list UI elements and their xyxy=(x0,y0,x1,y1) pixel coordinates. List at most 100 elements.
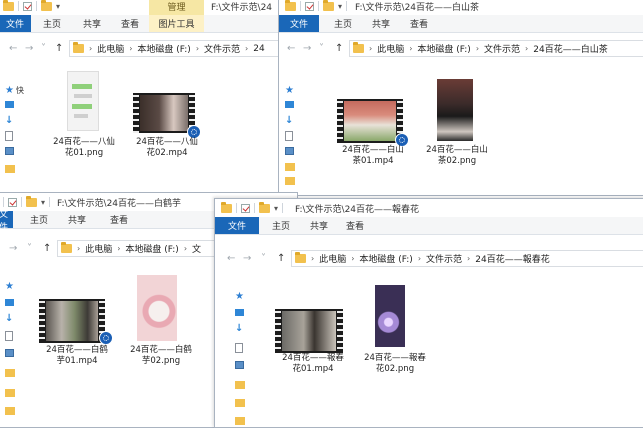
new-folder-icon[interactable] xyxy=(41,0,52,11)
breadcrumb-drive[interactable]: 本地磁盘 (F:) xyxy=(137,42,190,55)
properties-icon[interactable] xyxy=(241,203,250,213)
tab-picture-tools[interactable]: 图片工具 xyxy=(149,15,204,32)
dropdown-icon[interactable]: ▾ xyxy=(274,204,278,213)
file-item[interactable]: 24百花——白山 茶02.png xyxy=(417,79,497,179)
up-icon[interactable]: ↑ xyxy=(277,253,285,264)
nav-desktop[interactable] xyxy=(235,309,244,316)
tab-view[interactable]: 查看 xyxy=(103,211,135,228)
title-bar[interactable]: ▾ F:\文件示范\24百花——白山茶 xyxy=(279,0,643,15)
file-item[interactable]: 24百花——白山 茶01.mp4 xyxy=(331,97,415,177)
breadcrumb-this-pc[interactable]: 此电脑 xyxy=(97,42,124,55)
breadcrumb-drive[interactable]: 本地磁盘 (F:) xyxy=(125,242,178,255)
nav-pictures[interactable] xyxy=(285,147,294,155)
tab-file[interactable]: 文件 xyxy=(279,15,319,32)
explorer-window-bahua[interactable]: ▾ 管理 F:\文件示范\24 文件 主页 共享 查看 图片工具 ← → ˅ ↑… xyxy=(0,0,298,196)
file-item[interactable]: 24百花——報春 花01.mp4 xyxy=(271,307,355,387)
breadcrumb-this-pc[interactable]: 此电脑 xyxy=(85,242,112,255)
tab-home[interactable]: 主页 xyxy=(37,15,67,32)
nav-documents[interactable] xyxy=(5,131,13,141)
forward-icon[interactable]: → xyxy=(303,43,311,54)
up-icon[interactable]: ↑ xyxy=(55,43,63,54)
forward-icon[interactable]: → xyxy=(243,253,251,264)
nav-quick-access[interactable]: ★ xyxy=(5,281,14,292)
tab-share[interactable]: 共享 xyxy=(77,15,107,32)
breadcrumb-subfolder[interactable]: 24百花——報春花 xyxy=(475,252,549,265)
nav-quick-access[interactable]: ★ xyxy=(285,85,294,96)
recent-dropdown-icon[interactable]: ˅ xyxy=(27,243,32,254)
tab-share[interactable]: 共享 xyxy=(61,211,93,228)
nav-downloads[interactable]: ↓ xyxy=(5,115,13,126)
tab-view[interactable]: 查看 xyxy=(403,15,435,32)
forward-icon[interactable]: → xyxy=(9,243,17,254)
nav-quick-access[interactable]: ★ 快 xyxy=(5,85,24,96)
title-bar[interactable]: ▾ 管理 F:\文件示范\24 xyxy=(0,0,297,15)
nav-folder[interactable] xyxy=(285,177,295,185)
forward-icon[interactable]: → xyxy=(25,43,33,54)
nav-pictures[interactable] xyxy=(5,147,14,155)
breadcrumb-drive[interactable]: 本地磁盘 (F:) xyxy=(359,252,412,265)
breadcrumb-folder[interactable]: 文 xyxy=(192,242,201,255)
back-icon[interactable]: ← xyxy=(227,253,235,264)
tab-file[interactable]: 文件 xyxy=(215,217,259,234)
context-tab-manage[interactable]: 管理 xyxy=(149,0,204,15)
nav-folder[interactable] xyxy=(5,165,15,173)
recent-dropdown-icon[interactable]: ˅ xyxy=(41,43,46,54)
recent-dropdown-icon[interactable]: ˅ xyxy=(319,43,324,54)
tab-file[interactable]: 文件 xyxy=(0,15,31,32)
nav-documents[interactable] xyxy=(235,343,243,353)
explorer-window-baochunhua[interactable]: ▾ F:\文件示范\24百花——報春花 文件 主页 共享 查看 ← → ˅ ↑ … xyxy=(214,198,643,428)
nav-folder[interactable] xyxy=(5,369,15,377)
file-item[interactable]: 24百花——白鹤 芋01.mp4 xyxy=(35,295,119,377)
tab-file[interactable]: 文件 xyxy=(0,210,13,233)
breadcrumb-folder[interactable]: 文件示范 xyxy=(426,252,462,265)
nav-quick-access[interactable]: ★ xyxy=(235,291,244,302)
tab-home[interactable]: 主页 xyxy=(327,15,359,32)
nav-folder[interactable] xyxy=(5,389,15,397)
tab-share[interactable]: 共享 xyxy=(365,15,397,32)
tab-home[interactable]: 主页 xyxy=(23,211,55,228)
address-bar[interactable]: › 此电脑 › 本地磁盘 (F:) › 文件示范 › 24百花——白山茶 xyxy=(349,40,643,57)
nav-downloads[interactable]: ↓ xyxy=(5,313,13,324)
nav-pictures[interactable] xyxy=(235,361,244,369)
nav-downloads[interactable]: ↓ xyxy=(285,115,293,126)
back-icon[interactable]: ← xyxy=(287,43,295,54)
breadcrumb-drive[interactable]: 本地磁盘 (F:) xyxy=(417,42,470,55)
back-icon[interactable]: ← xyxy=(9,43,17,54)
nav-desktop[interactable] xyxy=(285,101,294,108)
nav-documents[interactable] xyxy=(285,131,293,141)
nav-folder[interactable] xyxy=(235,381,245,389)
new-folder-icon[interactable] xyxy=(323,0,334,11)
nav-folder[interactable] xyxy=(235,399,245,407)
tab-home[interactable]: 主页 xyxy=(265,217,297,234)
breadcrumb-folder[interactable]: 文件示范 xyxy=(484,42,520,55)
file-item[interactable]: 24百花——八仙 花01.png xyxy=(49,71,119,161)
breadcrumb-subfolder[interactable]: 24 xyxy=(253,44,264,54)
file-item[interactable]: 24百花——八仙 花02.mp4 xyxy=(127,71,207,161)
nav-downloads[interactable]: ↓ xyxy=(235,323,243,334)
address-bar[interactable]: › 此电脑 › 本地磁盘 (F:) › 文件示范 › 24 xyxy=(69,40,297,57)
file-item[interactable]: 24百花——報春 花02.png xyxy=(355,285,435,389)
dropdown-icon[interactable]: ▾ xyxy=(338,2,342,11)
address-bar[interactable]: › 此电脑 › 本地磁盘 (F:) › 文件示范 › 24百花——報春花 xyxy=(291,250,643,267)
nav-folder[interactable] xyxy=(285,163,295,171)
breadcrumb-subfolder[interactable]: 24百花——白山茶 xyxy=(533,42,607,55)
nav-desktop[interactable] xyxy=(5,299,14,306)
nav-documents[interactable] xyxy=(5,331,13,341)
up-icon[interactable]: ↑ xyxy=(43,243,51,254)
dropdown-icon[interactable]: ▾ xyxy=(41,198,45,207)
new-folder-icon[interactable] xyxy=(26,195,37,207)
tab-view[interactable]: 查看 xyxy=(339,217,371,234)
tab-share[interactable]: 共享 xyxy=(303,217,335,234)
up-icon[interactable]: ↑ xyxy=(335,43,343,54)
properties-icon[interactable] xyxy=(8,197,17,207)
breadcrumb-folder[interactable]: 文件示范 xyxy=(204,42,240,55)
explorer-window-baishancha[interactable]: ▾ F:\文件示范\24百花——白山茶 文件 主页 共享 查看 ← → ˅ ↑ … xyxy=(278,0,643,196)
breadcrumb-this-pc[interactable]: 此电脑 xyxy=(319,252,346,265)
new-folder-icon[interactable] xyxy=(259,201,270,213)
nav-pictures[interactable] xyxy=(5,349,14,357)
properties-icon[interactable] xyxy=(23,1,32,11)
properties-icon[interactable] xyxy=(305,1,314,11)
dropdown-icon[interactable]: ▾ xyxy=(56,2,60,11)
breadcrumb-this-pc[interactable]: 此电脑 xyxy=(377,42,404,55)
nav-folder[interactable] xyxy=(5,407,15,415)
